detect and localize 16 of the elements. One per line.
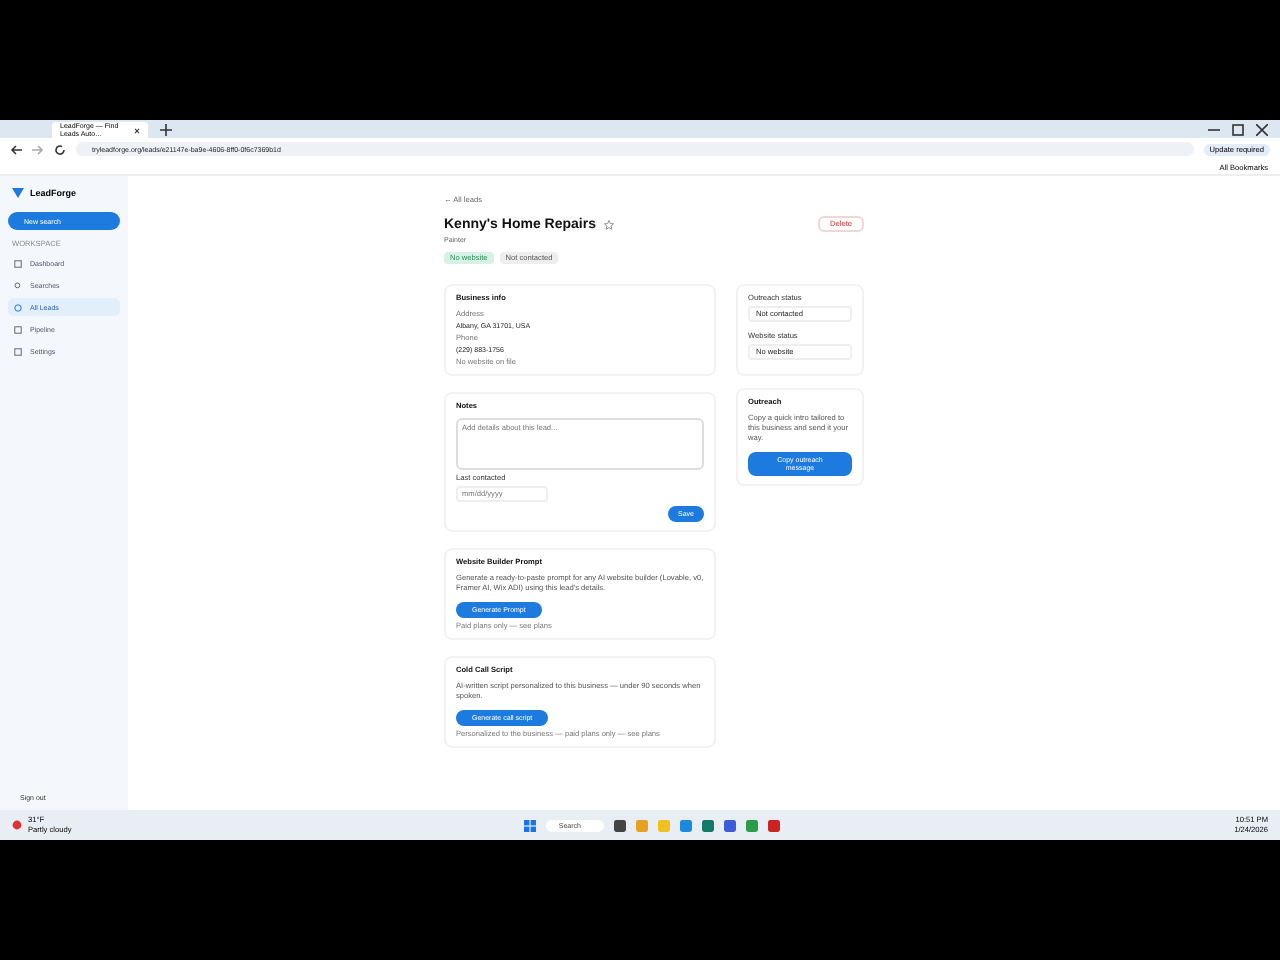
close-icon[interactable] (1256, 123, 1268, 135)
search-icon (14, 281, 22, 289)
square-icon (14, 259, 22, 267)
logo-icon (12, 188, 24, 198)
square-icon (14, 325, 22, 333)
circle-icon (14, 303, 22, 311)
add-icon[interactable] (160, 123, 172, 135)
back-arrow-icon[interactable] (10, 143, 22, 155)
minimize-icon[interactable] (1208, 123, 1220, 135)
start-icon[interactable] (524, 819, 537, 831)
star-icon[interactable] (603, 219, 614, 229)
close-icon[interactable] (133, 125, 140, 135)
maximize-icon[interactable] (1232, 123, 1244, 135)
reload-icon[interactable] (54, 143, 66, 155)
square-icon (14, 347, 22, 355)
weather-icon (12, 820, 22, 830)
